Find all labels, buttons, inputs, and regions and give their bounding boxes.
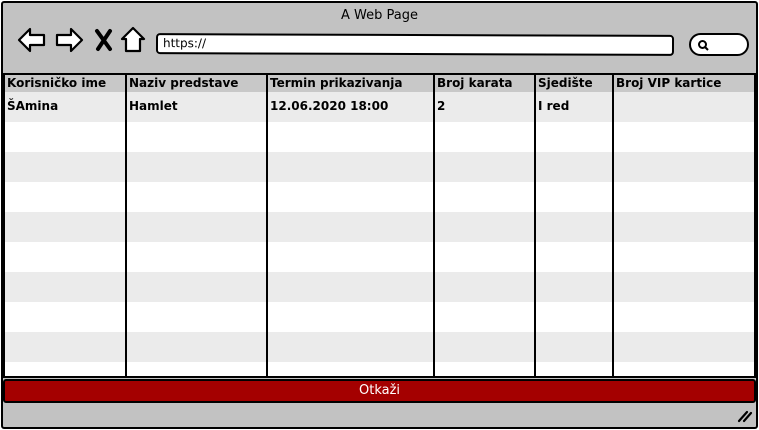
back-arrow-icon[interactable] — [17, 25, 47, 55]
reservations-table: Korisničko ime Naziv predstave Termin pr… — [3, 73, 756, 378]
resize-grip-icon[interactable] — [737, 409, 753, 423]
table-row-empty — [3, 272, 756, 302]
cell-showtime: 12.06.2020 18:00 — [270, 99, 389, 113]
address-bar[interactable]: https:// — [155, 33, 675, 56]
stop-icon[interactable] — [91, 25, 121, 55]
column-header-username[interactable]: Korisničko ime — [7, 76, 106, 90]
search-icon — [698, 40, 709, 51]
column-header-ticket-count[interactable]: Broj karata — [437, 76, 513, 90]
cell-ticket-count: 2 — [437, 99, 446, 113]
home-icon[interactable] — [119, 25, 149, 55]
search-field[interactable] — [689, 33, 749, 56]
cancel-button[interactable]: Otkaži — [3, 379, 756, 403]
window-title: A Web Page — [341, 8, 418, 23]
table-row-empty — [3, 152, 756, 182]
column-header-vip-card[interactable]: Broj VIP kartice — [616, 76, 721, 90]
column-header-show-name[interactable]: Naziv predstave — [129, 76, 238, 90]
column-header-showtime[interactable]: Termin prikazivanja — [270, 76, 402, 90]
forward-arrow-icon[interactable] — [54, 25, 84, 55]
cell-seat: I red — [538, 99, 570, 113]
table-row-empty — [3, 332, 756, 362]
cell-username: ŠAmina — [7, 99, 59, 113]
cell-show-name: Hamlet — [129, 99, 178, 113]
table-row-empty — [3, 212, 756, 242]
column-header-seat[interactable]: Sjedište — [538, 76, 593, 90]
